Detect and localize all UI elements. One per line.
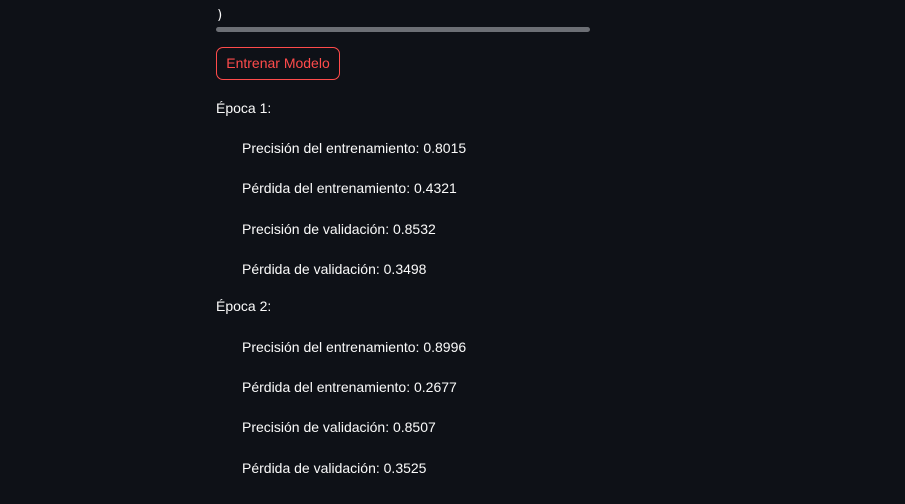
train-model-button[interactable]: Entrenar Modelo (216, 47, 340, 80)
epoch-1-train-accuracy: Precisión del entrenamiento: 0.8015 (242, 140, 467, 156)
epoch-2-train-accuracy: Precisión del entrenamiento: 0.8996 (242, 339, 467, 355)
epoch-1-val-accuracy: Precisión de validación: 0.8532 (242, 221, 436, 237)
epoch-1-train-loss: Pérdida del entrenamiento: 0.4321 (242, 180, 457, 196)
epoch-2-title: Época 2: (216, 298, 272, 314)
epoch-1-val-loss: Pérdida de validación: 0.3498 (242, 261, 427, 277)
epoch-1-title: Época 1: (216, 100, 272, 116)
code-horizontal-scrollbar[interactable] (216, 27, 590, 32)
epoch-2-val-loss: Pérdida de validación: 0.3525 (242, 460, 427, 476)
code-block-tail: ) (216, 8, 224, 23)
epoch-2-train-loss: Pérdida del entrenamiento: 0.2677 (242, 379, 457, 395)
epoch-2-val-accuracy: Precisión de validación: 0.8507 (242, 419, 436, 435)
